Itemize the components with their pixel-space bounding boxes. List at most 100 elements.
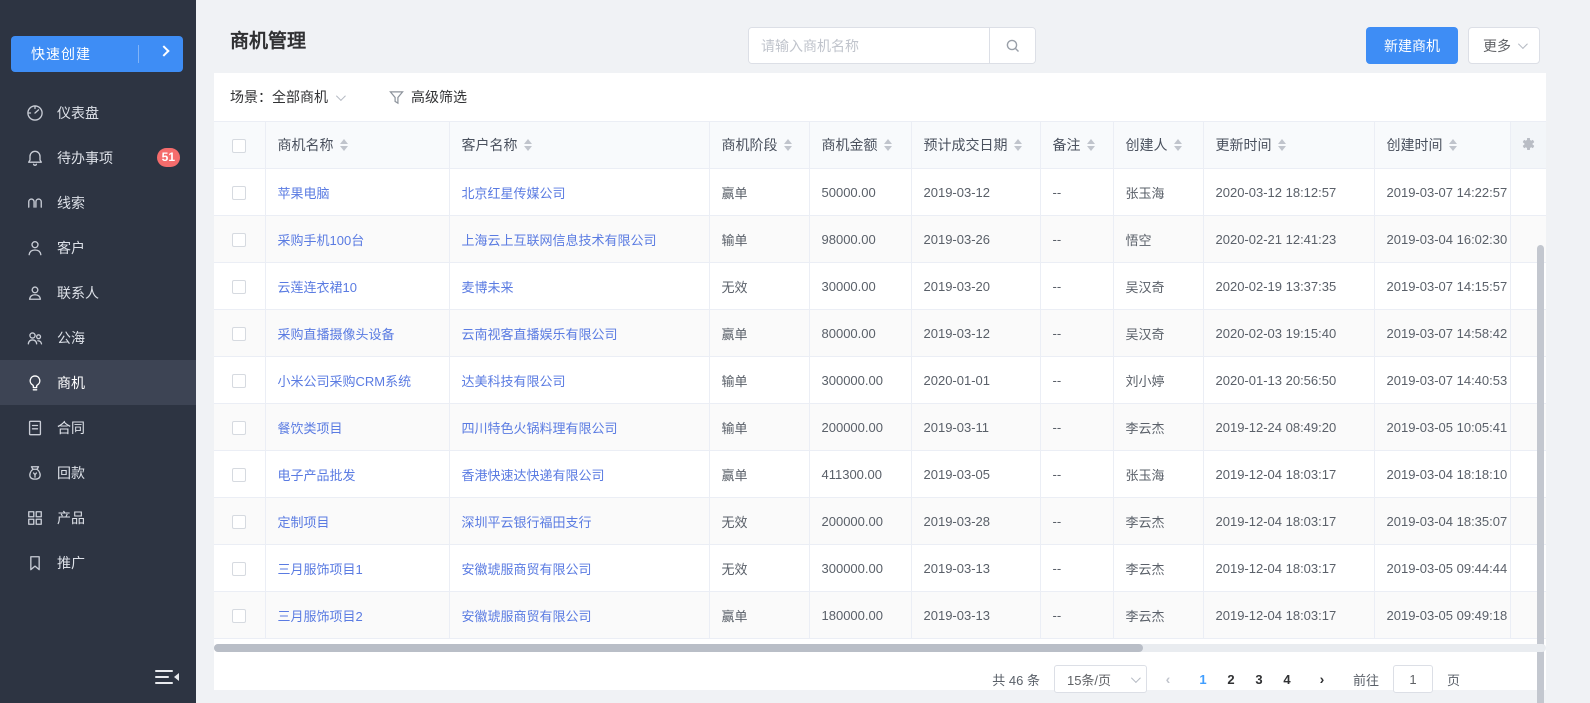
table-row: 餐饮类项目四川特色火锅料理有限公司输单200000.002019-03-11--… [214,404,1546,451]
created-time-cell: 2019-03-07 14:40:53 [1387,373,1508,388]
row-checkbox[interactable] [232,609,246,623]
customer-icon [25,238,45,258]
amount-cell: 30000.00 [822,279,876,294]
quick-create-divider [138,45,139,63]
sort-toggle[interactable] [784,139,792,151]
horizontal-scrollbar-track[interactable] [214,644,1546,652]
updated-time-cell: 2019-12-04 18:03:17 [1216,514,1337,529]
row-checkbox[interactable] [232,421,246,435]
sort-toggle[interactable] [340,139,348,151]
new-opportunity-button[interactable]: 新建商机 [1366,27,1458,64]
promotion-icon [25,553,45,573]
page-number-1[interactable]: 1 [1189,672,1217,687]
creator-cell: 李云杰 [1126,609,1165,624]
sidebar-item-2[interactable]: 线索 [0,180,196,225]
sidebar-item-4[interactable]: 联系人 [0,270,196,315]
amount-cell: 300000.00 [822,373,883,388]
updated-time-cell: 2019-12-04 18:03:17 [1216,467,1337,482]
scene-select-label: 场景：全部商机 [230,87,328,107]
search-input[interactable] [749,28,989,63]
customer-name-link[interactable]: 安徽琥服商贸有限公司 [462,609,592,624]
advanced-filter-button[interactable]: 高级筛选 [389,87,467,107]
sidebar-item-8[interactable]: 回款 [0,450,196,495]
customer-name-link[interactable]: 香港快速达快递有限公司 [462,468,605,483]
opportunity-name-link[interactable]: 餐饮类项目 [278,421,343,436]
customer-name-link[interactable]: 云南视客直播娱乐有限公司 [462,327,618,342]
opportunity-name-link[interactable]: 采购直播摄像头设备 [278,327,395,342]
next-page-button[interactable]: › [1309,671,1335,687]
customer-name-link[interactable]: 四川特色火锅料理有限公司 [462,421,618,436]
sort-toggle[interactable] [1278,139,1286,151]
page-number-3[interactable]: 3 [1245,672,1273,687]
select-all-checkbox[interactable] [232,139,246,153]
sidebar-item-1[interactable]: 待办事项51 [0,135,196,180]
sidebar-item-3[interactable]: 客户 [0,225,196,270]
customer-name-link[interactable]: 达美科技有限公司 [462,374,566,389]
sort-toggle[interactable] [1449,139,1457,151]
amount-cell: 80000.00 [822,326,876,341]
scene-select[interactable]: 场景：全部商机 [230,87,343,107]
sidebar-item-5[interactable]: 公海 [0,315,196,360]
sidebar-item-label: 线索 [57,193,85,213]
opportunity-name-link[interactable]: 采购手机100台 [278,233,365,248]
search-button[interactable] [989,28,1035,63]
note-cell: -- [1053,608,1062,623]
advanced-filter-label: 高级筛选 [411,87,467,107]
row-checkbox[interactable] [232,233,246,247]
customer-name-link[interactable]: 上海云上互联网信息技术有限公司 [462,233,657,248]
created-time-cell: 2019-03-05 09:44:44 [1387,561,1508,576]
customer-name-link[interactable]: 北京红星传媒公司 [462,186,566,201]
customer-name-link[interactable]: 安徽琥服商贸有限公司 [462,562,592,577]
sidebar-item-10[interactable]: 推广 [0,540,196,585]
more-button[interactable]: 更多 [1468,27,1540,64]
sort-toggle[interactable] [1014,139,1022,151]
vertical-scrollbar[interactable] [1537,245,1544,703]
sidebar-item-label: 推广 [57,553,85,573]
table-row: 小米公司采购CRM系统达美科技有限公司输单300000.002020-01-01… [214,357,1546,404]
sort-toggle[interactable] [1174,139,1182,151]
opportunity-name-link[interactable]: 定制项目 [278,515,330,530]
column-settings-button[interactable] [1510,122,1546,169]
page-number-2[interactable]: 2 [1217,672,1245,687]
page-size-select[interactable]: 15条/页 [1054,665,1147,693]
sidebar-item-7[interactable]: 合同 [0,405,196,450]
row-checkbox[interactable] [232,515,246,529]
row-checkbox[interactable] [232,327,246,341]
quick-create-button[interactable]: 快速创建 [11,36,183,72]
opportunity-name-link[interactable]: 三月服饰项目2 [278,609,363,624]
row-checkbox[interactable] [232,562,246,576]
sidebar-item-0[interactable]: 仪表盘 [0,90,196,135]
sidebar-item-9[interactable]: 产品 [0,495,196,540]
stage-cell: 无效 [722,280,748,295]
sidebar-item-6[interactable]: 商机 [0,360,196,405]
sort-toggle[interactable] [1087,139,1095,151]
col-header-note: 备注 [1053,135,1081,155]
row-checkbox[interactable] [232,280,246,294]
close-date-cell: 2019-03-28 [924,514,991,529]
prev-page-button[interactable]: ‹ [1155,671,1181,687]
customer-name-link[interactable]: 麦博未来 [462,280,514,295]
opportunity-name-link[interactable]: 三月服饰项目1 [278,562,363,577]
row-checkbox[interactable] [232,186,246,200]
opportunity-name-link[interactable]: 电子产品批发 [278,468,356,483]
public-pool-icon [25,328,45,348]
updated-time-cell: 2020-03-12 18:12:57 [1216,185,1337,200]
page-number-4[interactable]: 4 [1273,672,1301,687]
horizontal-scrollbar-thumb[interactable] [214,644,1143,652]
payment-icon [25,463,45,483]
sort-toggle[interactable] [524,139,532,151]
goto-page-input[interactable] [1393,665,1433,693]
opportunity-name-link[interactable]: 云莲连衣裙10 [278,280,357,295]
row-actions-cell [1510,169,1546,216]
created-time-cell: 2019-03-04 18:18:10 [1387,467,1508,482]
sort-toggle[interactable] [884,139,892,151]
sidebar-collapse-icon[interactable] [154,667,180,687]
creator-cell: 吴汉奇 [1126,327,1165,342]
product-icon [25,508,45,528]
row-checkbox[interactable] [232,374,246,388]
customer-name-link[interactable]: 深圳平云银行福田支行 [462,515,592,530]
opportunity-name-link[interactable]: 苹果电脑 [278,186,330,201]
opportunity-name-link[interactable]: 小米公司采购CRM系统 [278,374,412,389]
sidebar-item-label: 回款 [57,463,85,483]
row-checkbox[interactable] [232,468,246,482]
